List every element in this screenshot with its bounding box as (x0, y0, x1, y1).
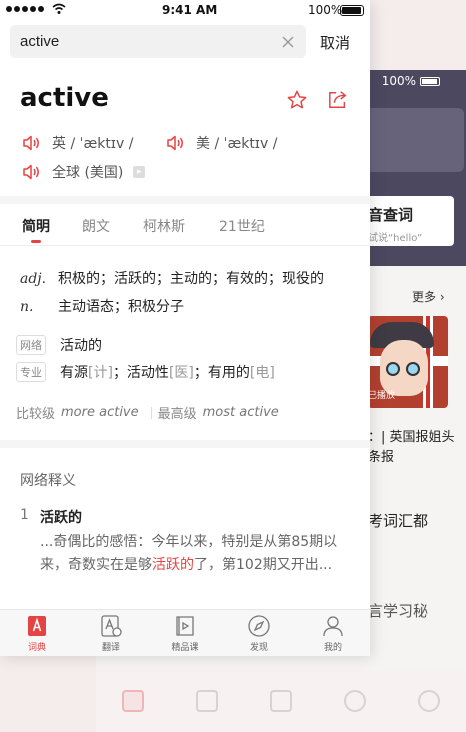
field-label: [电] (249, 365, 275, 381)
divider (0, 440, 370, 448)
tab-translate[interactable]: 翻译 (86, 614, 136, 653)
definition-row: n. 主动语态；积极分子 (20, 296, 184, 316)
pronunciation-uk-label: 英 / ˈæktɪv / (52, 136, 134, 152)
battery-percent: 100% (308, 3, 343, 17)
background-article-title-2[interactable]: 考词汇都 (368, 510, 428, 531)
superlative-label: 最高级 (157, 407, 197, 422)
web-definition-number: 1 (20, 507, 29, 523)
dictionary-tabs: 简明 朗文 柯林斯 21世纪 (0, 204, 370, 246)
pronunciation-global[interactable]: 全球 (美国) ▸ (22, 162, 146, 182)
share-icon[interactable] (327, 90, 349, 110)
more-label: 更多 (412, 290, 437, 304)
web-meaning-text: 活动的 (60, 338, 102, 354)
field-label: [医] (168, 365, 194, 381)
status-time: 9:41 AM (162, 3, 218, 17)
professional-meaning-row: 专业 有源 [计] ；活动性 [医] ；有用的 [电] (16, 362, 275, 382)
tab-dictionary[interactable]: 词典 (12, 614, 62, 653)
tab-discover-label: 发现 (249, 643, 268, 653)
user-icon (323, 616, 343, 637)
status-bar: 9:41 AM 100% (0, 0, 370, 20)
tab-dictionary-label: 词典 (27, 643, 46, 653)
search-bar (10, 25, 306, 58)
speaker-icon[interactable] (22, 135, 42, 151)
signal-icon (6, 6, 44, 12)
speaker-icon[interactable] (166, 135, 186, 151)
tab-collins[interactable]: 柯林斯 (143, 216, 185, 236)
more-link[interactable]: 更多 › (412, 288, 445, 305)
pronunciation-us[interactable]: 美 / ˈæktɪv / (166, 133, 277, 153)
highlighted-word: 活跃的 (152, 557, 194, 573)
tab-courses-label: 精品课 (171, 643, 199, 653)
pronunciation-global-label: 全球 (美国) (52, 165, 124, 181)
web-meaning-row: 网络 活动的 (16, 335, 102, 355)
professional-text-1: 有源 (60, 365, 88, 381)
cancel-button[interactable]: 取消 (320, 32, 350, 53)
definition-text: 积极的；活跃的；主动的；有效的；现役的 (58, 271, 324, 287)
battery-icon (340, 5, 364, 16)
video-thumbnail[interactable]: 已播放 (368, 316, 448, 408)
video-overlay-text: 已播放 (368, 391, 396, 401)
star-icon[interactable] (286, 89, 308, 111)
pronunciation-uk[interactable]: 英 / ˈæktɪv / (22, 133, 133, 153)
speaker-icon[interactable] (22, 164, 42, 180)
background-article-title-3[interactable]: 言学习秘 (368, 600, 428, 621)
tab-me[interactable]: 我的 (308, 614, 358, 653)
tab-discover[interactable]: 发现 (234, 614, 284, 653)
background-battery-text: 100% (381, 74, 416, 88)
word-title: active (20, 83, 109, 113)
voice-search-card[interactable]: 音查词 试说“hello” (360, 196, 454, 246)
superlative-value[interactable]: most active (203, 405, 279, 420)
comparative-value[interactable]: more active (61, 405, 139, 420)
tab-concise[interactable]: 简明 (22, 216, 50, 236)
background-article-title[interactable]: ：| 英国报姐头条报 (368, 428, 458, 468)
search-input[interactable] (20, 25, 260, 58)
voice-search-hint: 试说“hello” (368, 233, 423, 244)
dictionary-icon (28, 616, 46, 636)
course-icon (176, 616, 194, 636)
definition-text: 主动语态；积极分子 (58, 299, 184, 315)
field-label: [计] (88, 365, 113, 381)
web-tag: 网络 (16, 335, 46, 355)
chevron-right-icon[interactable]: ▸ (133, 166, 146, 178)
professional-tag: 专业 (16, 362, 46, 382)
clear-icon[interactable] (280, 34, 296, 50)
tab-21st-century[interactable]: 21世纪 (219, 216, 265, 236)
professional-text-2: ；活动性 (112, 365, 169, 381)
part-of-speech: n. (20, 299, 34, 315)
active-tab-indicator (31, 240, 41, 243)
bottom-tab-bar: 词典 翻译 精品课 发现 我的 (0, 609, 370, 656)
tab-longman[interactable]: 朗文 (82, 216, 110, 236)
word-forms: 比较级 more active 最高级 most active (16, 403, 285, 422)
battery-icon (420, 76, 440, 86)
professional-text-3: ；有用的 (193, 365, 250, 381)
web-definition-example[interactable]: ...奇偶比的感悟：今年以来，特别是从第85期以来，奇数实在是够活跃的了，第10… (40, 531, 358, 577)
comparative-label: 比较级 (16, 407, 56, 422)
tab-courses[interactable]: 精品课 (160, 614, 210, 653)
translate-icon (101, 615, 122, 637)
voice-search-title: 音查词 (368, 206, 414, 224)
divider (0, 196, 370, 204)
chevron-right-icon: › (439, 290, 445, 304)
web-definition-word: 活跃的 (40, 510, 82, 526)
tab-me-label: 我的 (323, 643, 342, 653)
wifi-icon (52, 3, 66, 14)
tab-translate-label: 翻译 (101, 643, 120, 653)
definition-row: adj. 积极的；活跃的；主动的；有效的；现役的 (20, 268, 324, 288)
background-tab-bar (96, 670, 466, 732)
pronunciation-us-label: 美 / ˈæktɪv / (196, 136, 278, 152)
web-definitions-title: 网络释义 (20, 473, 76, 489)
part-of-speech: adj. (20, 271, 47, 287)
compass-icon (248, 615, 270, 637)
dictionary-panel: 9:41 AM 100% 取消 active 英 / ˈæktɪv / 美 / … (0, 0, 370, 656)
background-status-bar: 100% (382, 74, 440, 88)
